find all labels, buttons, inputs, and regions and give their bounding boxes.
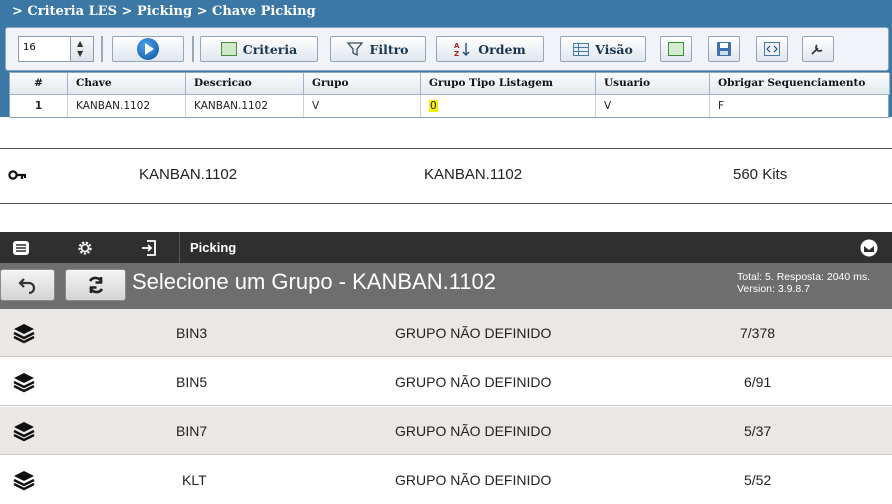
group-status: GRUPO NÃO DEFINIDO [395,325,552,341]
criteria-les-panel: > Criteria LES > Picking > Chave Picking… [0,0,892,118]
layers-icon [13,471,35,491]
stepper-buttons[interactable]: ▲ ▼ [70,37,93,61]
criteria-label: Criteria [242,41,298,57]
group-selection-header: Selecione um Grupo - KANBAN.1102 Total: … [0,263,892,309]
gear-icon[interactable] [76,239,94,257]
app-title: Picking [190,240,237,255]
layers-icon [13,324,35,344]
run-button[interactable] [112,36,184,62]
topbar-divider [179,232,180,263]
play-icon [137,38,159,60]
wrench-icon [811,44,823,55]
layers-icon [13,373,35,393]
page-size-stepper[interactable]: 16 ▲ ▼ [18,36,94,62]
save-button[interactable] [708,36,740,62]
column-header[interactable]: Grupo Tipo Listagem [421,73,596,95]
export-icon [668,42,684,56]
divider [0,148,892,149]
status-info: Total: 5. Resposta: 2040 ms. Version: 3.… [737,271,870,295]
table-cell[interactable]: F [710,95,890,117]
toolbar-divider [101,36,103,62]
app-topbar: Picking [0,232,892,263]
list-item[interactable]: BIN3 GRUPO NÃO DEFINIDO 7/378 [0,309,892,357]
table-cell[interactable]: KANBAN.1102 [186,95,304,117]
svg-text:Z: Z [454,50,459,57]
refresh-button[interactable] [65,269,126,301]
grid-view-icon [573,42,590,56]
group-count: 5/37 [744,423,772,439]
chevron-up-icon[interactable]: ▲ [77,40,83,48]
code-icon [764,42,780,56]
settings-button[interactable] [802,36,834,62]
ordem-button[interactable]: AZ Ordem [436,36,544,62]
page-size-value: 16 [23,42,36,53]
visao-label: Visão [595,41,633,57]
table-cell[interactable]: V [304,95,421,117]
layers-icon [13,422,35,442]
column-header[interactable]: Obrigar Sequenciamento [710,73,890,95]
page-title: Selecione um Grupo - KANBAN.1102 [132,269,496,294]
group-status: GRUPO NÃO DEFINIDO [395,423,552,439]
svg-text:A: A [454,42,460,50]
funnel-icon [347,42,364,56]
chave-value: KANBAN.1102 [139,166,238,183]
column-header[interactable]: Descricao [186,73,304,95]
group-count: 5/52 [744,472,772,488]
refresh-icon [88,276,103,294]
ordem-label: Ordem [478,41,526,57]
picking-key-table: # Chave Descricao Grupo Grupo Tipo Lista… [9,72,890,118]
table-cell[interactable]: V [596,95,710,117]
group-name: BIN3 [176,325,208,341]
list-item[interactable]: BIN5 GRUPO NÃO DEFINIDO 6/91 [0,358,892,406]
criteria-button[interactable]: Criteria [200,36,318,62]
group-count: 6/91 [744,374,772,390]
breadcrumb: > Criteria LES > Picking > Chave Picking [12,4,316,19]
column-header[interactable]: Chave [68,73,186,95]
version-info: Version: 3.9.8.7 [737,283,810,295]
undo-arrow-icon [17,278,35,294]
descricao-value: KANBAN.1102 [424,166,523,183]
response-info: Total: 5. Resposta: 2040 ms. [737,271,871,283]
criteria-icon [220,42,237,56]
divider [0,203,892,204]
table-cell[interactable]: 0 [421,95,596,117]
list-item[interactable]: BIN7 GRUPO NÃO DEFINIDO 5/37 [0,407,892,455]
column-header[interactable]: Usuario [596,73,710,95]
code-button[interactable] [756,36,788,62]
filtro-button[interactable]: Filtro [330,36,426,62]
mail-icon[interactable] [860,239,878,257]
kits-count: 560 Kits [733,166,788,183]
filtro-label: Filtro [369,41,409,57]
list-item[interactable]: KLT GRUPO NÃO DEFINIDO 5/52 [0,456,892,504]
group-name: BIN7 [176,423,208,439]
group-name: KLT [182,472,207,488]
table-cell[interactable]: KANBAN.1102 [68,95,186,117]
highlighted-value: 0 [429,100,438,112]
chevron-down-icon[interactable]: ▼ [77,50,83,58]
key-icon [8,170,27,180]
back-button[interactable] [0,269,55,301]
export-button[interactable] [660,36,692,62]
group-status: GRUPO NÃO DEFINIDO [395,472,552,488]
toolbar-divider [192,36,194,62]
login-icon[interactable] [140,239,158,257]
table-cell[interactable]: 1 [10,95,68,117]
visao-button[interactable]: Visão [560,36,646,62]
floppy-disk-icon [717,42,731,56]
menu-icon[interactable] [12,239,30,257]
group-status: GRUPO NÃO DEFINIDO [395,374,552,390]
group-name: BIN5 [176,374,208,390]
column-header[interactable]: # [10,73,68,95]
column-header[interactable]: Grupo [304,73,421,95]
group-count: 7/378 [740,325,776,341]
sort-az-icon: AZ [454,42,470,57]
toolbar: 16 ▲ ▼ Criteria Filtro AZ Ordem Visão [5,27,889,71]
